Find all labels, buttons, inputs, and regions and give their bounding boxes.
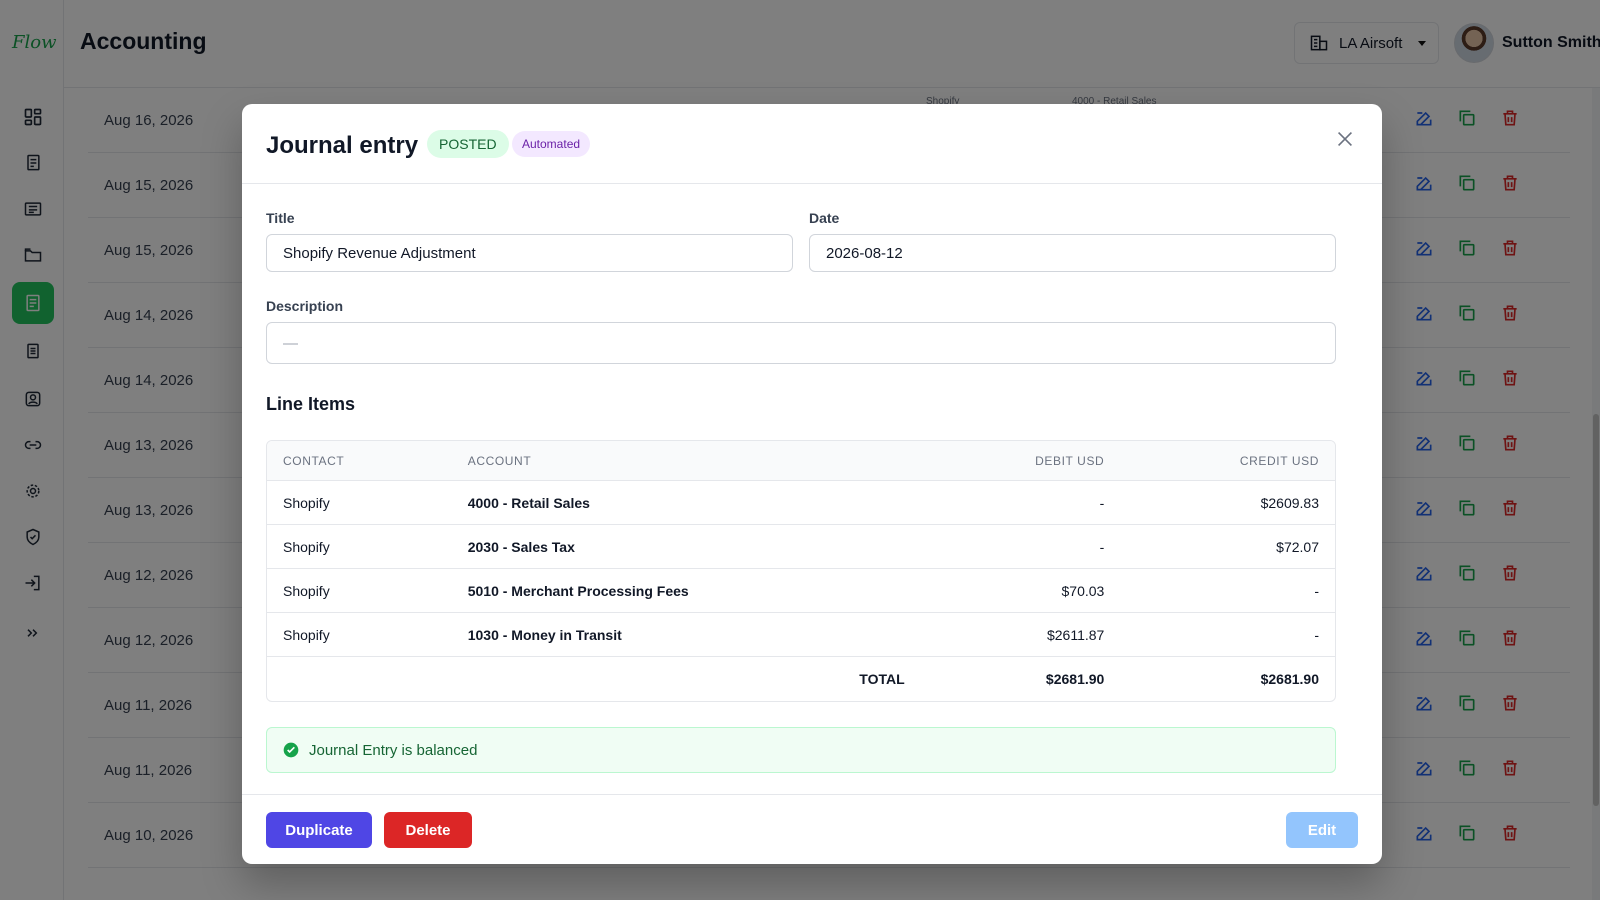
line-credit: -: [1120, 569, 1335, 613]
totals-spacer: [267, 657, 452, 701]
delete-button[interactable]: Delete: [384, 812, 472, 848]
modal-title: Journal entry: [266, 132, 419, 159]
line-credit: -: [1120, 613, 1335, 657]
column-header-contact: CONTACT: [267, 441, 452, 481]
column-header-credit: CREDIT USD: [1120, 441, 1335, 481]
line-debit: -: [920, 481, 1121, 525]
line-contact: Shopify: [267, 569, 452, 613]
table-row: Shopify 5010 - Merchant Processing Fees $7…: [267, 569, 1335, 613]
journal-entry-modal: Journal entry POSTED Automated Title Sho…: [242, 104, 1382, 864]
table-row: Shopify 4000 - Retail Sales - $2609.83: [267, 481, 1335, 525]
balance-message: Journal Entry is balanced: [309, 741, 478, 759]
description-label: Description: [266, 298, 344, 314]
title-label: Title: [266, 210, 295, 226]
totals-label: TOTAL: [859, 671, 905, 687]
line-debit: $70.03: [920, 569, 1121, 613]
line-debit: -: [920, 525, 1121, 569]
line-contact: Shopify: [267, 613, 452, 657]
totals-row: TOTAL $2681.90 $2681.90: [267, 657, 1335, 701]
duplicate-button[interactable]: Duplicate: [266, 812, 372, 848]
line-items-table: CONTACT ACCOUNT DEBIT USD CREDIT USD Sho…: [266, 440, 1336, 702]
date-label: Date: [809, 210, 840, 226]
modal-footer: Duplicate Delete Edit: [242, 794, 1382, 864]
line-account: 5010 - Merchant Processing Fees: [451, 569, 921, 613]
balance-status: Journal Entry is balanced: [266, 727, 1336, 773]
modal-header: Journal entry POSTED Automated: [242, 104, 1382, 184]
line-account: 2030 - Sales Tax: [451, 525, 921, 569]
description-field[interactable]: —: [266, 322, 1336, 364]
check-circle-icon: [283, 742, 299, 758]
status-badge: POSTED: [427, 130, 509, 158]
column-header-debit: DEBIT USD: [920, 441, 1121, 481]
type-badge: Automated: [512, 131, 591, 157]
line-debit: $2611.87: [920, 613, 1121, 657]
line-items-title: Line Items: [266, 394, 356, 414]
title-field[interactable]: Shopify Revenue Adjustment: [266, 234, 793, 272]
column-header-account: ACCOUNT: [451, 441, 921, 481]
date-field[interactable]: 2026-08-12: [809, 234, 1336, 272]
table-row: Shopify 2030 - Sales Tax - $72.07: [267, 525, 1335, 569]
table-row: Shopify 1030 - Money in Transit $2611.87-: [267, 613, 1335, 657]
line-credit: $2609.83: [1120, 481, 1335, 525]
line-account: 1030 - Money in Transit: [451, 613, 921, 657]
totals-debit: $2681.90: [1045, 671, 1105, 687]
line-contact: Shopify: [267, 525, 452, 569]
close-icon[interactable]: [1334, 128, 1358, 152]
line-credit: $72.07: [1120, 525, 1335, 569]
edit-button[interactable]: Edit: [1286, 812, 1358, 848]
line-account: 4000 - Retail Sales: [451, 481, 921, 525]
totals-credit: $2681.90: [1260, 671, 1319, 687]
line-contact: Shopify: [267, 481, 452, 525]
table-header-row: CONTACT ACCOUNT DEBIT USD CREDIT USD: [267, 441, 1335, 481]
